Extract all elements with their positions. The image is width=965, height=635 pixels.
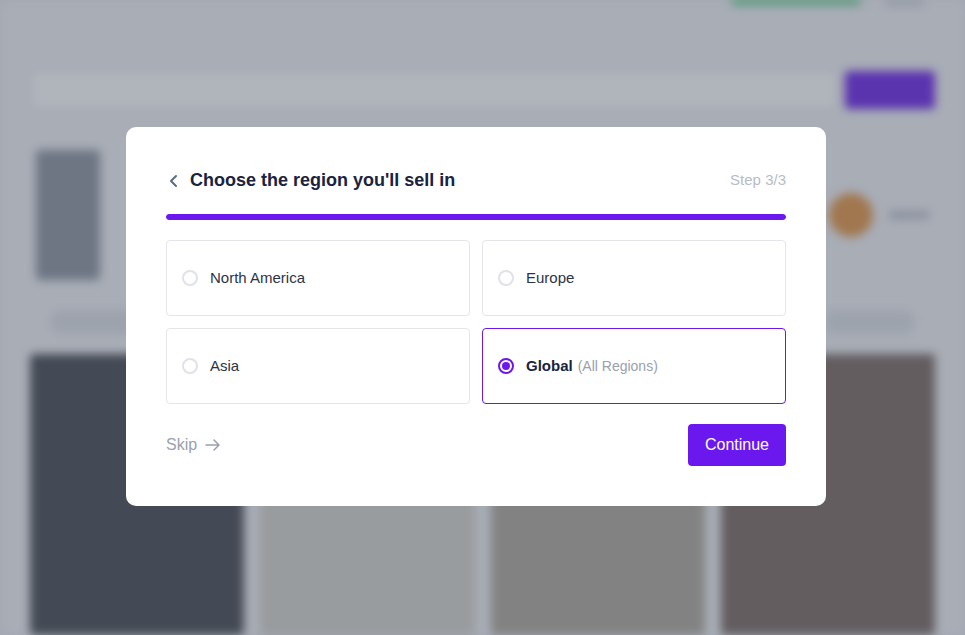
progress-fill	[166, 214, 786, 220]
region-option[interactable]: North America	[166, 240, 470, 316]
region-note: (All Regions)	[578, 356, 658, 377]
radio-button[interactable]	[182, 358, 198, 374]
region-option[interactable]: Asia	[166, 328, 470, 404]
modal-title: Choose the region you'll sell in	[190, 167, 455, 194]
radio-button[interactable]	[498, 358, 514, 374]
region-option[interactable]: Global(All Regions)	[482, 328, 786, 404]
region-label: North America	[210, 267, 305, 290]
region-label: Global	[526, 355, 573, 378]
region-modal: Choose the region you'll sell in Step 3/…	[126, 127, 826, 506]
continue-button[interactable]: Continue	[688, 424, 786, 466]
progress-track	[166, 214, 786, 220]
region-label: Europe	[526, 267, 574, 290]
radio-button[interactable]	[498, 270, 514, 286]
skip-button[interactable]: Skip	[166, 433, 221, 457]
step-indicator: Step 3/3	[730, 169, 786, 192]
region-label: Asia	[210, 355, 239, 378]
back-chevron-icon[interactable]	[166, 173, 182, 189]
radio-button[interactable]	[182, 270, 198, 286]
arrow-right-icon	[205, 439, 221, 451]
region-option[interactable]: Europe	[482, 240, 786, 316]
